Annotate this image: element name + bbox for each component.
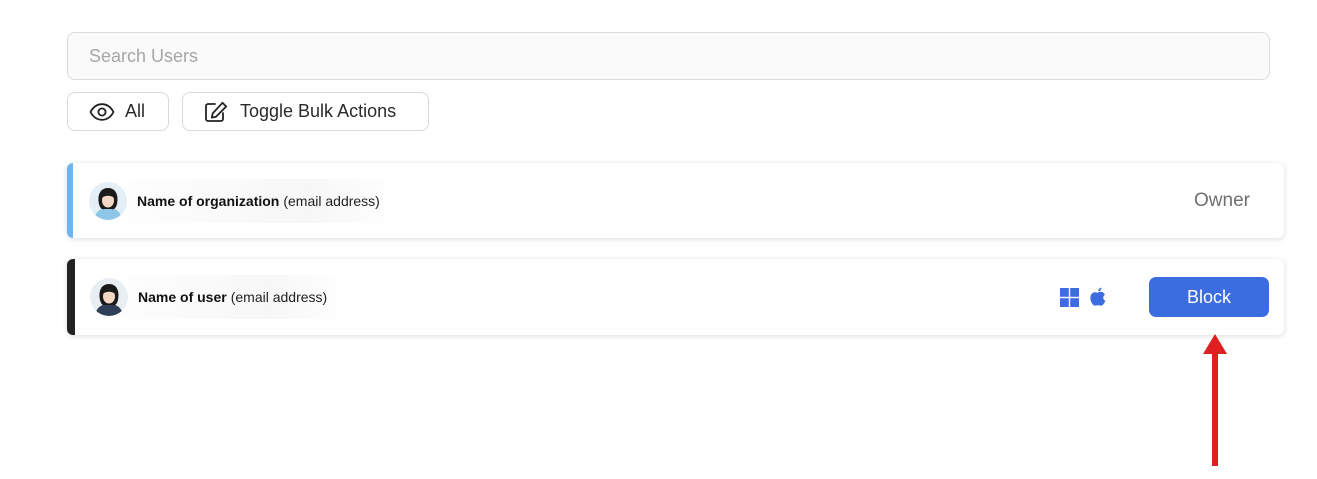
edit-icon [204, 101, 230, 123]
user-name: Name of organization [137, 192, 280, 209]
user-email: (email address) [230, 289, 328, 305]
toggle-bulk-actions-button[interactable]: Toggle Bulk Actions [182, 92, 429, 131]
windows-icon [1060, 287, 1079, 312]
user-card-organization[interactable]: Name of organization (email address) Own… [67, 163, 1284, 238]
toggle-bulk-actions-label: Toggle Bulk Actions [240, 101, 397, 121]
eye-icon [89, 101, 115, 123]
search-input[interactable] [67, 32, 1270, 80]
block-button[interactable]: Block [1149, 277, 1269, 317]
role-label: Owner [1194, 189, 1250, 211]
platform-icons [1060, 287, 1107, 312]
user-identity: Name of organization (email address) [89, 178, 402, 223]
user-email: (email address) [283, 192, 380, 209]
avatar-woman-icon [89, 181, 127, 220]
avatar-woman-icon [90, 278, 128, 316]
annotation-arrow-icon [1203, 334, 1227, 466]
apple-icon [1089, 287, 1107, 312]
user-card-user[interactable]: Name of user (email address) Block [67, 259, 1284, 335]
user-name: Name of user [138, 289, 227, 305]
filter-all-button[interactable]: All [67, 92, 169, 131]
filter-all-label: All [125, 101, 146, 121]
user-identity: Name of user (email address) [90, 275, 350, 319]
